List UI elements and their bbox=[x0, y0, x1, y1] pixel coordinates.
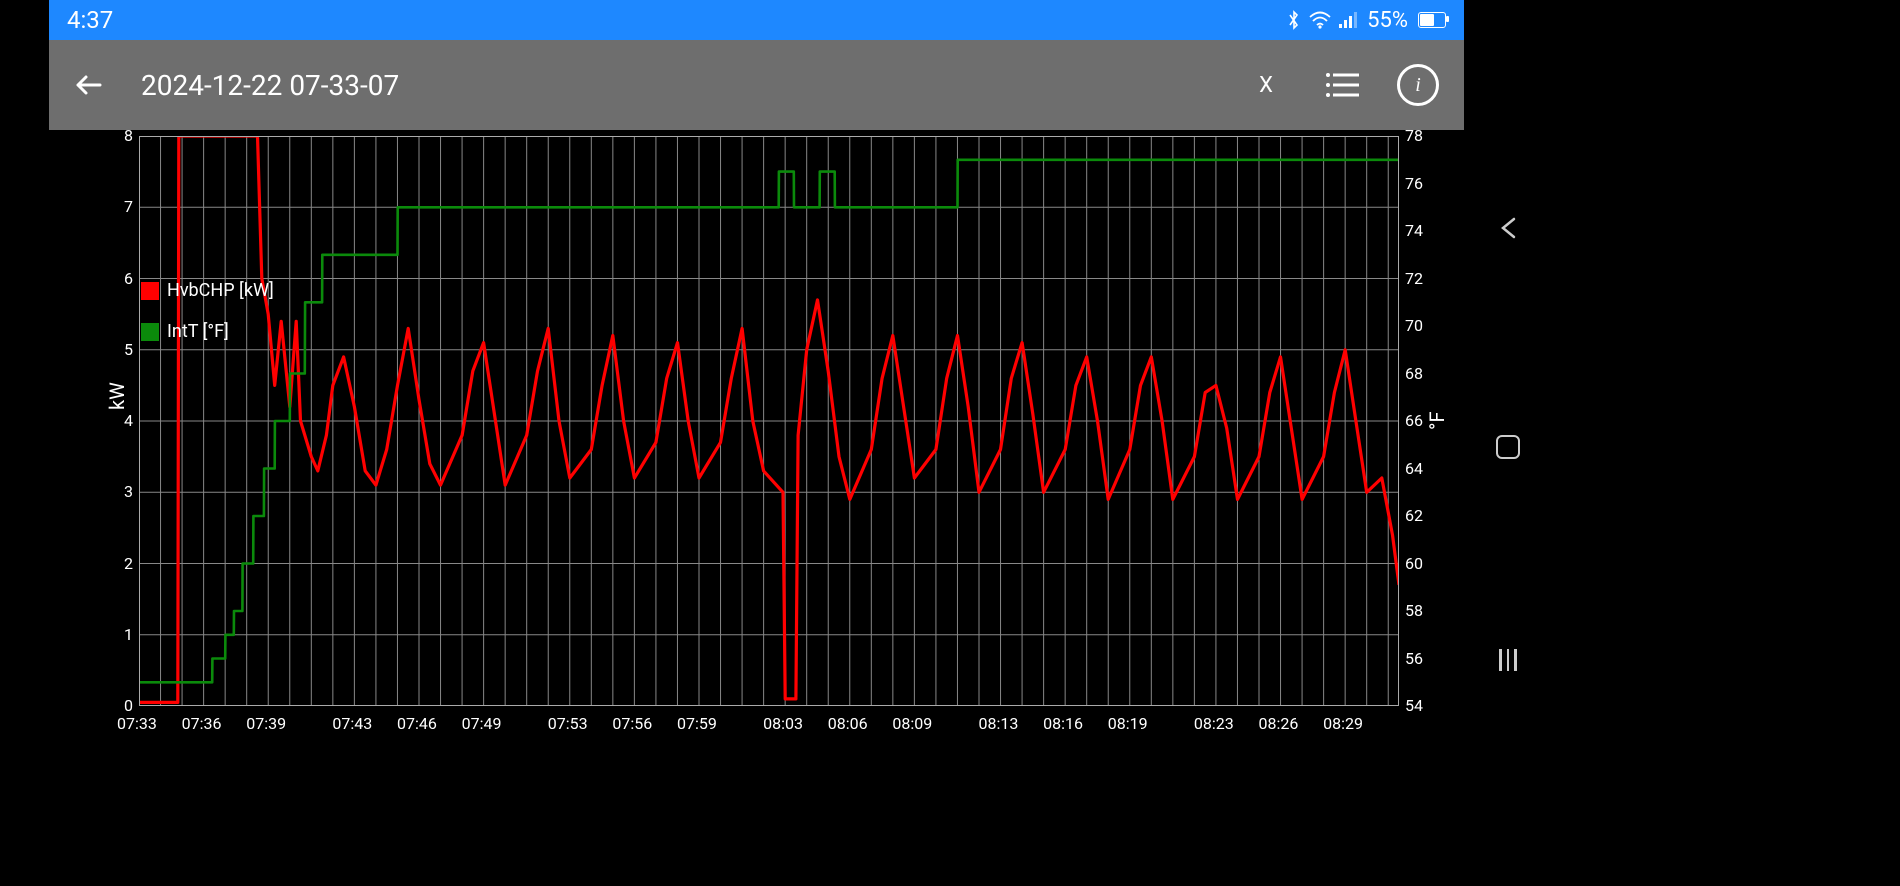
x-tick: 07:53 bbox=[548, 714, 588, 733]
y-right-tick: 74 bbox=[1405, 221, 1423, 240]
y-left-tick: 3 bbox=[115, 482, 133, 501]
legend-swatch-green bbox=[141, 323, 159, 341]
app-toolbar: 2024-12-22 07-33-07 X i bbox=[49, 40, 1464, 130]
info-icon: i bbox=[1397, 64, 1439, 106]
battery-percentage: 55% bbox=[1367, 8, 1408, 33]
y-right-tick: 72 bbox=[1405, 269, 1423, 288]
x-tick: 08:16 bbox=[1043, 714, 1083, 733]
status-bar: 4:37 55% bbox=[49, 0, 1464, 40]
legend-label: HvbCHP [kW] bbox=[167, 280, 274, 301]
nav-recents-button[interactable] bbox=[1499, 649, 1517, 671]
nav-back-button[interactable] bbox=[1495, 215, 1521, 245]
y-left-tick: 2 bbox=[115, 554, 133, 573]
x-tick: 08:09 bbox=[892, 714, 932, 733]
y-right-tick: 56 bbox=[1405, 649, 1423, 668]
plot-canvas bbox=[139, 136, 1399, 706]
y-right-tick: 54 bbox=[1405, 696, 1423, 715]
legend-item-intt: IntT [°F] bbox=[141, 321, 274, 342]
y-right-tick: 62 bbox=[1405, 506, 1423, 525]
battery-icon bbox=[1418, 12, 1446, 28]
x-tick: 07:43 bbox=[332, 714, 372, 733]
y-right-tick: 66 bbox=[1405, 411, 1423, 430]
y-right-axis-label: °F bbox=[1425, 411, 1449, 430]
x-tick: 07:59 bbox=[677, 714, 717, 733]
legend-label: IntT [°F] bbox=[167, 321, 229, 342]
list-icon[interactable] bbox=[1320, 63, 1364, 107]
page-title: 2024-12-22 07-33-07 bbox=[141, 69, 1244, 102]
y-right-tick: 58 bbox=[1405, 601, 1423, 620]
status-time: 4:37 bbox=[67, 6, 113, 34]
x-tick: 08:03 bbox=[763, 714, 803, 733]
x-tick: 07:56 bbox=[612, 714, 652, 733]
nav-home-button[interactable] bbox=[1496, 435, 1520, 459]
back-button[interactable] bbox=[65, 61, 113, 109]
x-tick: 07:46 bbox=[397, 714, 437, 733]
y-left-axis-label: kW bbox=[105, 382, 129, 410]
system-nav-bar bbox=[1478, 0, 1538, 886]
legend-item-hvbchp: HvbCHP [kW] bbox=[141, 280, 274, 301]
y-left-tick: 5 bbox=[115, 340, 133, 359]
x-tick: 08:13 bbox=[979, 714, 1019, 733]
y-left-tick: 8 bbox=[115, 126, 133, 145]
chart-area[interactable]: kW °F HvbCHP [kW] IntT [°F] bbox=[49, 130, 1464, 764]
x-tick: 07:36 bbox=[182, 714, 222, 733]
x-tick: 08:26 bbox=[1259, 714, 1299, 733]
y-right-tick: 76 bbox=[1405, 174, 1423, 193]
x-tick: 08:19 bbox=[1108, 714, 1148, 733]
y-right-tick: 64 bbox=[1405, 459, 1423, 478]
x-tick: 07:49 bbox=[462, 714, 502, 733]
y-right-tick: 70 bbox=[1405, 316, 1423, 335]
x-tick: 07:39 bbox=[246, 714, 286, 733]
x-tick: 08:29 bbox=[1323, 714, 1363, 733]
y-left-tick: 4 bbox=[115, 411, 133, 430]
x-tick: 08:06 bbox=[828, 714, 868, 733]
x-tick: 08:23 bbox=[1194, 714, 1234, 733]
y-right-tick: 60 bbox=[1405, 554, 1423, 573]
y-right-tick: 68 bbox=[1405, 364, 1423, 383]
signal-icon bbox=[1339, 11, 1359, 29]
legend-swatch-red bbox=[141, 282, 159, 300]
y-left-tick: 1 bbox=[115, 625, 133, 644]
y-right-tick: 78 bbox=[1405, 126, 1423, 145]
info-button[interactable]: i bbox=[1396, 63, 1440, 107]
y-left-tick: 0 bbox=[115, 696, 133, 715]
bluetooth-icon bbox=[1287, 9, 1301, 31]
y-left-tick: 7 bbox=[115, 197, 133, 216]
status-indicators: 55% bbox=[1287, 8, 1446, 33]
wifi-icon bbox=[1309, 11, 1331, 29]
close-button[interactable]: X bbox=[1244, 63, 1288, 107]
x-tick: 07:33 bbox=[117, 714, 157, 733]
legend: HvbCHP [kW] IntT [°F] bbox=[141, 280, 274, 342]
y-left-tick: 6 bbox=[115, 269, 133, 288]
